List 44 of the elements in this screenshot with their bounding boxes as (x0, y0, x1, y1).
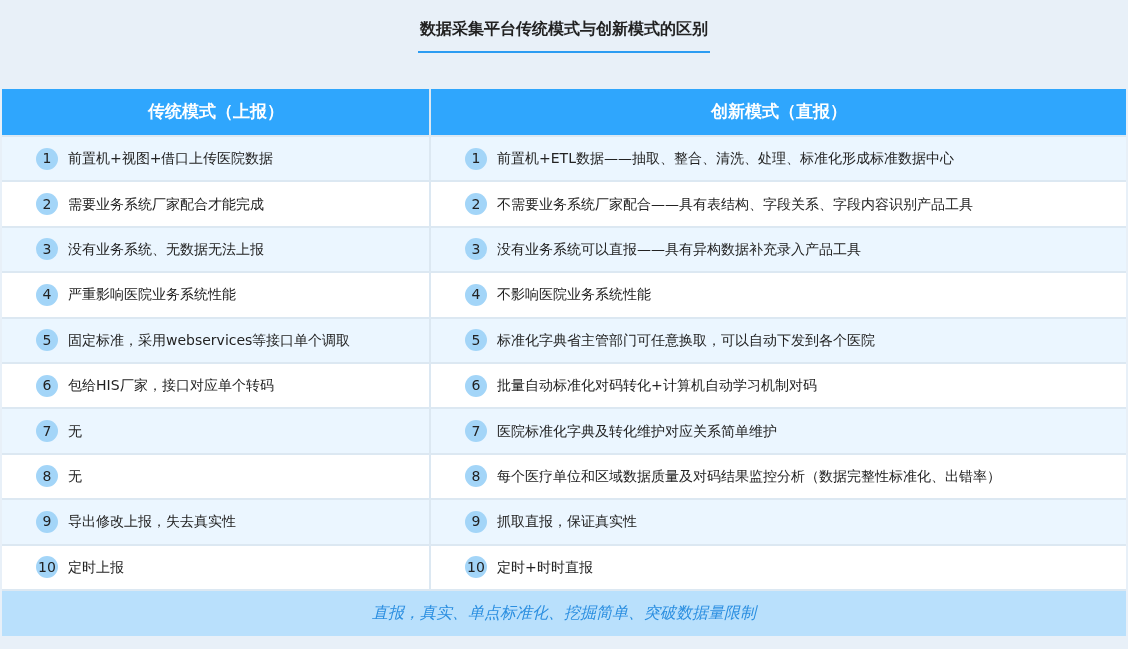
number-badge: 5 (465, 329, 487, 352)
cell-text: 批量自动标准化对码转化+计算机自动学习机制对码 (497, 376, 817, 396)
cell-text: 抓取直报，保证真实性 (497, 512, 637, 532)
cell-text: 每个医疗单位和区域数据质量及对码结果监控分析（数据完整性标准化、出错率） (497, 466, 1001, 486)
number-badge: 4 (36, 283, 58, 306)
page-title: 数据采集平台传统模式与创新模式的区别 (418, 17, 710, 53)
cell-text: 医院标准化字典及转化维护对应关系简单维护 (497, 421, 777, 441)
column-header: 传统模式（上报） (2, 89, 429, 135)
cell-text: 定时+时时直报 (497, 557, 593, 577)
cell-text: 不影响医院业务系统性能 (497, 285, 651, 305)
number-badge: 7 (465, 420, 487, 443)
number-badge: 6 (465, 374, 487, 397)
number-badge: 1 (465, 147, 487, 170)
cell-text: 不需要业务系统厂家配合——具有表结构、字段关系、字段内容识别产品工具 (497, 194, 973, 214)
cell-text: 定时上报 (68, 557, 124, 577)
cell-text: 前置机+ETL数据——抽取、整合、清洗、处理、标准化形成标准数据中心 (497, 149, 954, 169)
number-badge: 8 (465, 465, 487, 488)
number-badge: 3 (36, 238, 58, 261)
number-badge: 4 (465, 283, 487, 306)
cell-text: 没有业务系统可以直报——具有异构数据补充录入产品工具 (497, 239, 861, 259)
summary-footer: 直报，真实、单点标准化、挖掘简单、突破数据量限制 (2, 590, 1126, 636)
number-badge: 6 (36, 374, 58, 397)
cell-text: 导出修改上报，失去真实性 (68, 512, 236, 532)
cell-text: 固定标准，采用webservices等接口单个调取 (68, 330, 351, 350)
number-badge: 3 (465, 238, 487, 261)
number-badge: 9 (36, 510, 58, 533)
cell-text: 严重影响医院业务系统性能 (68, 285, 236, 305)
number-badge: 2 (36, 193, 58, 216)
number-badge: 10 (36, 556, 58, 579)
cell-text: 前置机+视图+借口上传医院数据 (68, 149, 274, 169)
cell-text: 包给HIS厂家，接口对应单个转码 (68, 376, 274, 396)
number-badge: 1 (36, 147, 58, 170)
cell-text: 标准化字典省主管部门可任意换取，可以自动下发到各个医院 (497, 330, 875, 350)
number-badge: 7 (36, 420, 58, 443)
cell-text: 需要业务系统厂家配合才能完成 (68, 194, 264, 214)
number-badge: 5 (36, 329, 58, 352)
number-badge: 2 (465, 193, 487, 216)
cell-text: 无 (68, 421, 82, 441)
cell-text: 没有业务系统、无数据无法上报 (68, 239, 264, 259)
cell-text: 无 (68, 466, 82, 486)
number-badge: 8 (36, 465, 58, 488)
number-badge: 10 (465, 556, 487, 579)
column-header: 创新模式（直报） (431, 89, 1126, 135)
number-badge: 9 (465, 510, 487, 533)
